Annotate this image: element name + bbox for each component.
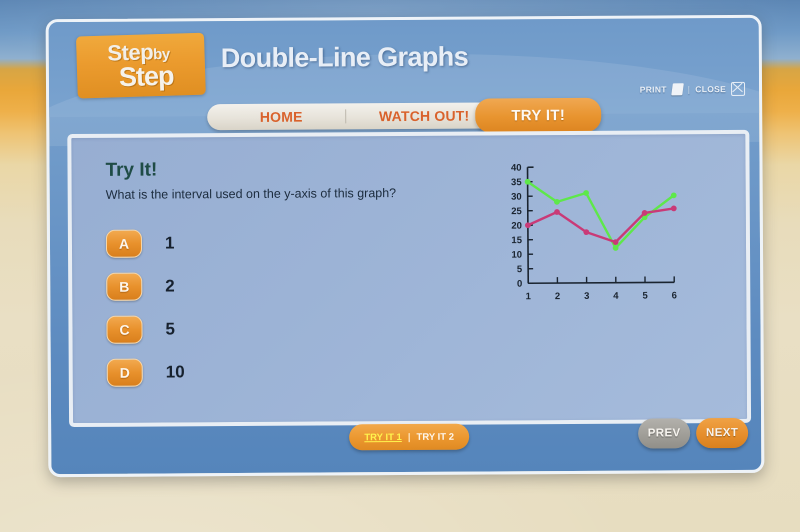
answer-bubble-a[interactable]: A [105, 229, 143, 258]
step-by-step-logo: Stepby Step [75, 32, 206, 99]
try-it-pager: TRY IT 1 | TRY IT 2 [349, 423, 470, 451]
svg-text:1: 1 [526, 291, 532, 302]
svg-text:4: 4 [613, 291, 619, 302]
window-controls: PRINT | CLOSE [640, 81, 746, 97]
double-line-graph: 0 5 10 15 20 25 30 35 40 1 2 3 4 5 6 [491, 156, 682, 317]
question-prompt: What is the interval used on the y-axis … [105, 186, 397, 202]
prev-button[interactable]: PREV [638, 418, 691, 449]
answer-bubble-c[interactable]: C [106, 315, 143, 344]
svg-text:40: 40 [511, 163, 522, 174]
answer-options-list: A 1 B 2 C 5 D 10 [105, 221, 185, 393]
tab-try-it[interactable]: TRY IT! [475, 97, 602, 133]
controls-separator: | [687, 84, 691, 95]
try-it-2-link[interactable]: TRY IT 2 [416, 431, 454, 442]
svg-text:15: 15 [511, 235, 522, 246]
answer-label-d: 10 [165, 361, 185, 381]
answer-option-b[interactable]: B 2 [106, 264, 184, 307]
logo-line2: Step [118, 60, 174, 93]
svg-text:2: 2 [555, 291, 560, 302]
svg-text:25: 25 [511, 206, 522, 217]
tab-watch-out[interactable]: WATCH OUT! [357, 102, 491, 129]
svg-text:6: 6 [672, 290, 677, 301]
print-label[interactable]: PRINT [640, 84, 667, 94]
next-button[interactable]: NEXT [696, 417, 749, 449]
svg-text:20: 20 [511, 221, 522, 232]
try-it-1-link[interactable]: TRY IT 1 [364, 432, 402, 443]
svg-text:35: 35 [511, 177, 522, 188]
answer-option-a[interactable]: A 1 [105, 221, 184, 264]
answer-label-b: 2 [165, 275, 175, 295]
answer-label-c: 5 [165, 318, 176, 338]
close-label[interactable]: CLOSE [695, 84, 726, 94]
close-box-icon[interactable] [731, 81, 746, 97]
tab-home[interactable]: HOME [229, 103, 333, 130]
answer-label-a: 1 [164, 232, 175, 252]
svg-text:3: 3 [584, 291, 589, 302]
page-icon[interactable] [670, 83, 684, 96]
content-panel: Try It! What is the interval used on the… [67, 129, 752, 428]
answer-option-d[interactable]: D 10 [106, 350, 185, 393]
page-title: Double-Line Graphs [220, 41, 469, 74]
svg-text:5: 5 [517, 264, 523, 275]
question-heading: Try It! [105, 159, 158, 181]
svg-text:30: 30 [511, 192, 522, 203]
answer-option-c[interactable]: C 5 [106, 307, 184, 350]
pager-separator: | [407, 431, 411, 443]
answer-bubble-b[interactable]: B [106, 272, 143, 301]
svg-text:0: 0 [517, 279, 522, 290]
svg-text:10: 10 [511, 250, 522, 261]
tab-divider-1 [345, 109, 347, 124]
tab-bar: HOME WATCH OUT! TRY IT! [207, 97, 602, 133]
application-window: Stepby Step Double-Line Graphs PRINT | C… [45, 14, 765, 478]
chart-svg: 0 5 10 15 20 25 30 35 40 1 2 3 4 5 6 [511, 163, 677, 303]
svg-text:5: 5 [642, 291, 648, 302]
answer-bubble-d[interactable]: D [106, 358, 143, 387]
